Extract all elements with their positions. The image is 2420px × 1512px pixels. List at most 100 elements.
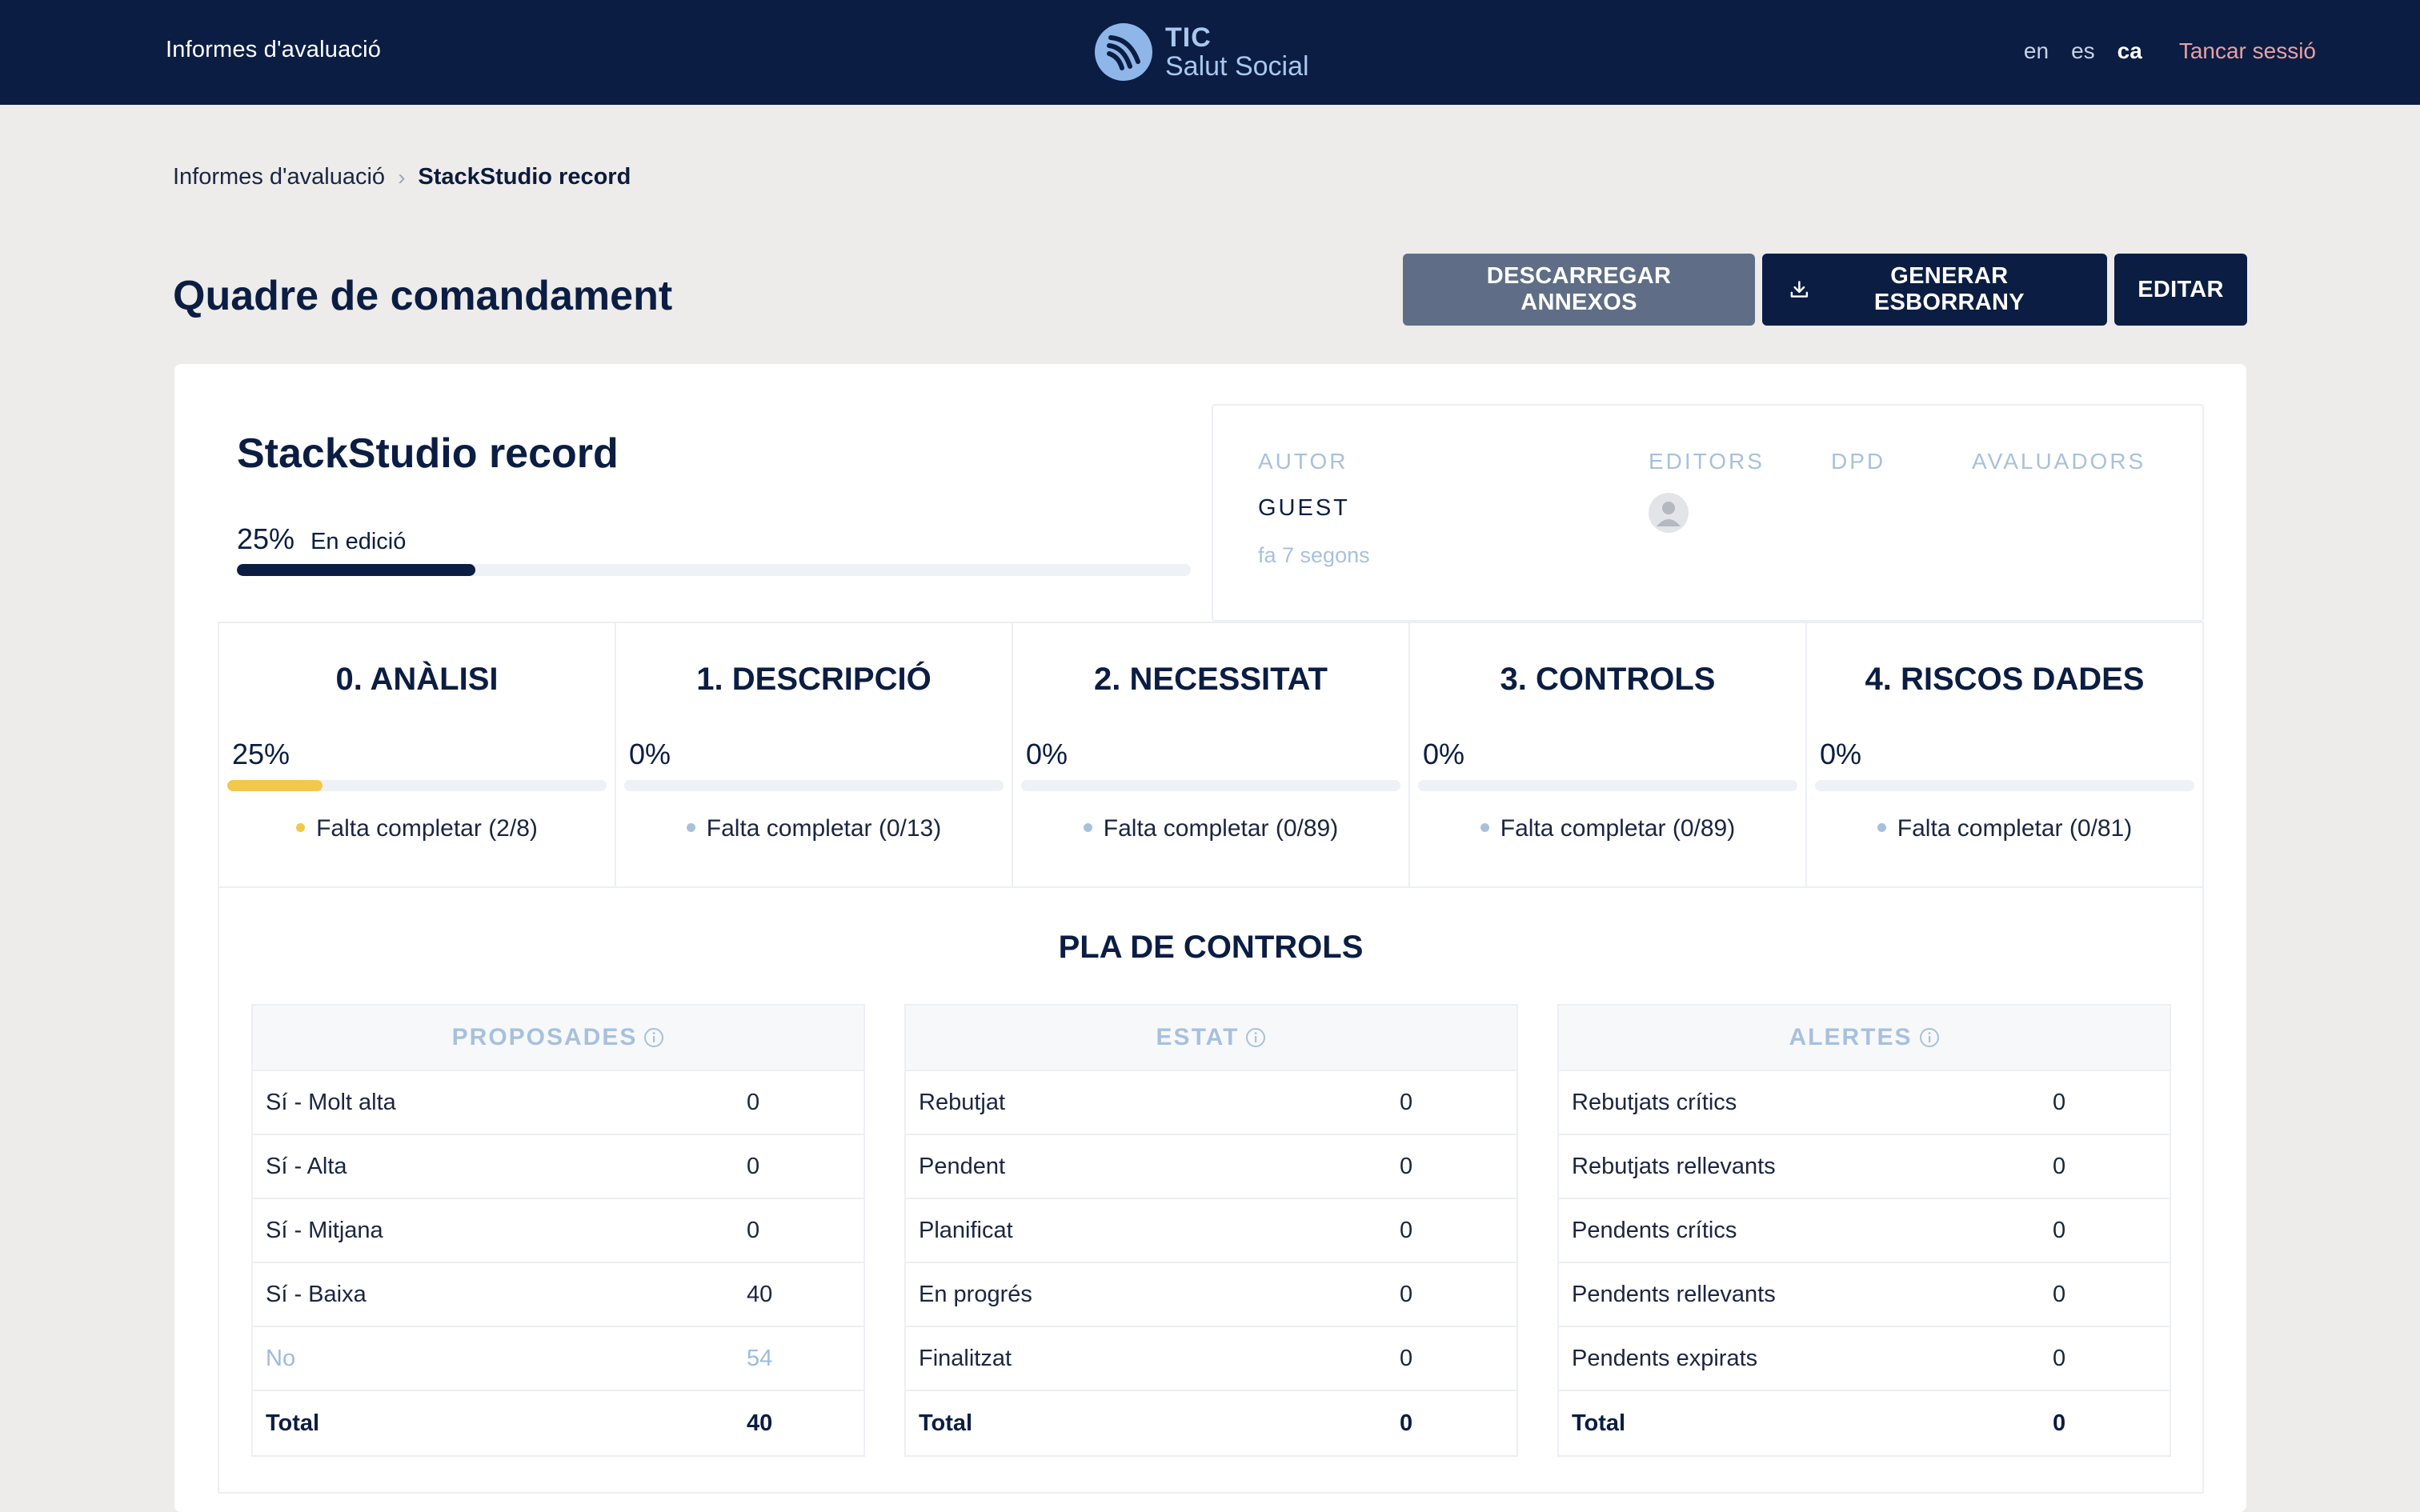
section-card-descripcio[interactable]: 1. DESCRIPCIÓ 0% Falta completar (0/13): [616, 623, 1013, 886]
section-progress-bar: [1418, 780, 1797, 791]
report-name: StackStudio record: [237, 430, 619, 477]
section-status: Falta completar (0/89): [1410, 815, 1805, 842]
section-progress-bar: [1021, 780, 1400, 791]
row-value: 0: [747, 1217, 760, 1243]
author-timestamp: fa 7 segons: [1258, 543, 1370, 567]
table-row[interactable]: No 54: [253, 1327, 863, 1391]
table-total-row: Total 40: [253, 1391, 863, 1455]
section-progress-bar: [1815, 780, 2194, 791]
table-row[interactable]: Sí - Mitjana 0: [253, 1199, 863, 1263]
section-card-necessitat[interactable]: 2. NECESSITAT 0% Falta completar (0/89): [1013, 623, 1410, 886]
info-icon[interactable]: [1245, 1027, 1266, 1048]
table-row[interactable]: Rebutjat 0: [906, 1071, 1517, 1135]
row-value: 0: [747, 1153, 760, 1179]
page-actions: DESCARREGAR ANNEXOS GENERAR ESBORRANY ED…: [1403, 254, 2247, 326]
overall-progress-bar: [237, 564, 1191, 576]
info-icon[interactable]: [1919, 1027, 1940, 1048]
section-card-analisi[interactable]: 0. ANÀLISI 25% Falta completar (2/8): [219, 623, 616, 886]
row-label: Sí - Molt alta: [266, 1089, 396, 1115]
table-total-row: Total 0: [906, 1391, 1517, 1455]
row-label: Rebutjat: [919, 1089, 1006, 1115]
edit-label: EDITAR: [2138, 276, 2224, 302]
sections-row: 0. ANÀLISI 25% Falta completar (2/8) 1. …: [218, 622, 2204, 888]
row-value: 0: [2053, 1345, 2066, 1371]
row-label: Pendent: [919, 1153, 1006, 1179]
table-row[interactable]: Sí - Alta 0: [253, 1135, 863, 1199]
table-row[interactable]: Planificat 0: [906, 1199, 1517, 1263]
table-row[interactable]: Finalitzat 0: [906, 1327, 1517, 1391]
brand-logo[interactable]: TIC Salut Social: [1095, 22, 1309, 82]
author-name: GUEST: [1258, 495, 1350, 521]
app-title-link[interactable]: Informes d'avaluació: [166, 37, 381, 63]
row-value: 0: [1400, 1410, 1413, 1436]
section-percent: 0%: [629, 738, 671, 770]
section-percent: 25%: [232, 738, 290, 770]
row-label: No: [266, 1345, 296, 1371]
section-card-riscos-dades[interactable]: 4. RISCOS DADES 0% Falta completar (0/81…: [1807, 623, 2202, 886]
editor-avatar-icon[interactable]: [1649, 493, 1689, 533]
people-panel: AUTOR EDITORS DPD AVALUADORS GUEST fa 7 …: [1212, 404, 2204, 622]
brand-line-2: Salut Social: [1165, 51, 1309, 82]
breadcrumb: Informes d'avaluació › StackStudio recor…: [173, 164, 631, 190]
row-label: En progrés: [919, 1281, 1032, 1307]
row-value: 0: [747, 1089, 760, 1115]
row-value: 0: [2053, 1089, 2066, 1115]
download-icon: [1790, 281, 1809, 298]
edit-button[interactable]: EDITAR: [2114, 254, 2247, 326]
section-progress-bar: [227, 780, 607, 791]
section-status-text: Falta completar (2/8): [316, 815, 538, 842]
table-row[interactable]: Pendent 0: [906, 1135, 1517, 1199]
section-status: Falta completar (2/8): [219, 815, 615, 842]
section-status: Falta completar (0/81): [1807, 815, 2202, 842]
row-value: 0: [2053, 1217, 2066, 1243]
row-label: Total: [919, 1410, 973, 1436]
wifi-heart-icon: [1095, 23, 1152, 81]
info-icon[interactable]: [643, 1027, 664, 1048]
breadcrumb-parent-link[interactable]: Informes d'avaluació: [173, 164, 385, 190]
table-row[interactable]: Pendents crítics 0: [1559, 1199, 2170, 1263]
table-row[interactable]: Pendents rellevants 0: [1559, 1263, 2170, 1327]
table-total-row: Total 0: [1559, 1391, 2170, 1455]
table-header: PROPOSADES: [253, 1006, 863, 1071]
row-value: 40: [747, 1410, 773, 1436]
row-label: Total: [1572, 1410, 1626, 1436]
row-value: 40: [747, 1281, 773, 1307]
generate-draft-label: GENERAR ESBORRANY: [1873, 263, 2025, 315]
row-value: 0: [1400, 1281, 1413, 1307]
brand-line-1: TIC: [1165, 22, 1212, 53]
alerts-table: ALERTES Rebutjats crítics 0 Rebutjats rel…: [1557, 1004, 2171, 1457]
logout-link[interactable]: Tancar sessió: [2179, 38, 2316, 64]
controls-plan-title: PLA DE CONTROLS: [1058, 930, 1364, 965]
section-title: 1. DESCRIPCIÓ: [696, 662, 932, 697]
status-dot-icon: [296, 822, 306, 832]
table-row[interactable]: Rebutjats rellevants 0: [1559, 1135, 2170, 1199]
status-dot-icon: [1877, 822, 1886, 832]
section-card-controls[interactable]: 3. CONTROLS 0% Falta completar (0/89): [1410, 623, 1807, 886]
lang-es[interactable]: es: [2071, 38, 2095, 64]
lang-en[interactable]: en: [2024, 38, 2049, 64]
section-progress-fill: [227, 780, 323, 791]
page-title: Quadre de comandament: [173, 273, 673, 319]
row-label: Rebutjats rellevants: [1572, 1153, 1776, 1179]
row-label: Planificat: [919, 1217, 1013, 1243]
section-percent: 0%: [1820, 738, 1862, 770]
evaluators-heading: AVALUADORS: [1972, 449, 2146, 474]
row-value: 0: [2053, 1281, 2066, 1307]
table-row[interactable]: Sí - Baixa 40: [253, 1263, 863, 1327]
download-annexes-button[interactable]: DESCARREGAR ANNEXOS: [1403, 254, 1755, 326]
chevron-right-icon: ›: [398, 164, 406, 190]
row-value: 54: [747, 1345, 773, 1371]
section-title: 0. ANÀLISI: [335, 662, 499, 697]
row-value: 0: [1400, 1345, 1413, 1371]
table-row[interactable]: Rebutjats crítics 0: [1559, 1071, 2170, 1135]
table-header-label: ALERTES: [1789, 1024, 1913, 1050]
table-row[interactable]: En progrés 0: [906, 1263, 1517, 1327]
table-row[interactable]: Pendents expirats 0: [1559, 1327, 2170, 1391]
generate-draft-button[interactable]: GENERAR ESBORRANY: [1762, 254, 2107, 326]
row-value: 0: [2053, 1153, 2066, 1179]
lang-ca[interactable]: ca: [2118, 38, 2142, 64]
download-annexes-label: DESCARREGAR ANNEXOS: [1486, 263, 1672, 315]
table-row[interactable]: Sí - Molt alta 0: [253, 1071, 863, 1135]
section-title: 4. RISCOS DADES: [1865, 662, 2145, 697]
section-status-text: Falta completar (0/89): [1103, 815, 1339, 842]
